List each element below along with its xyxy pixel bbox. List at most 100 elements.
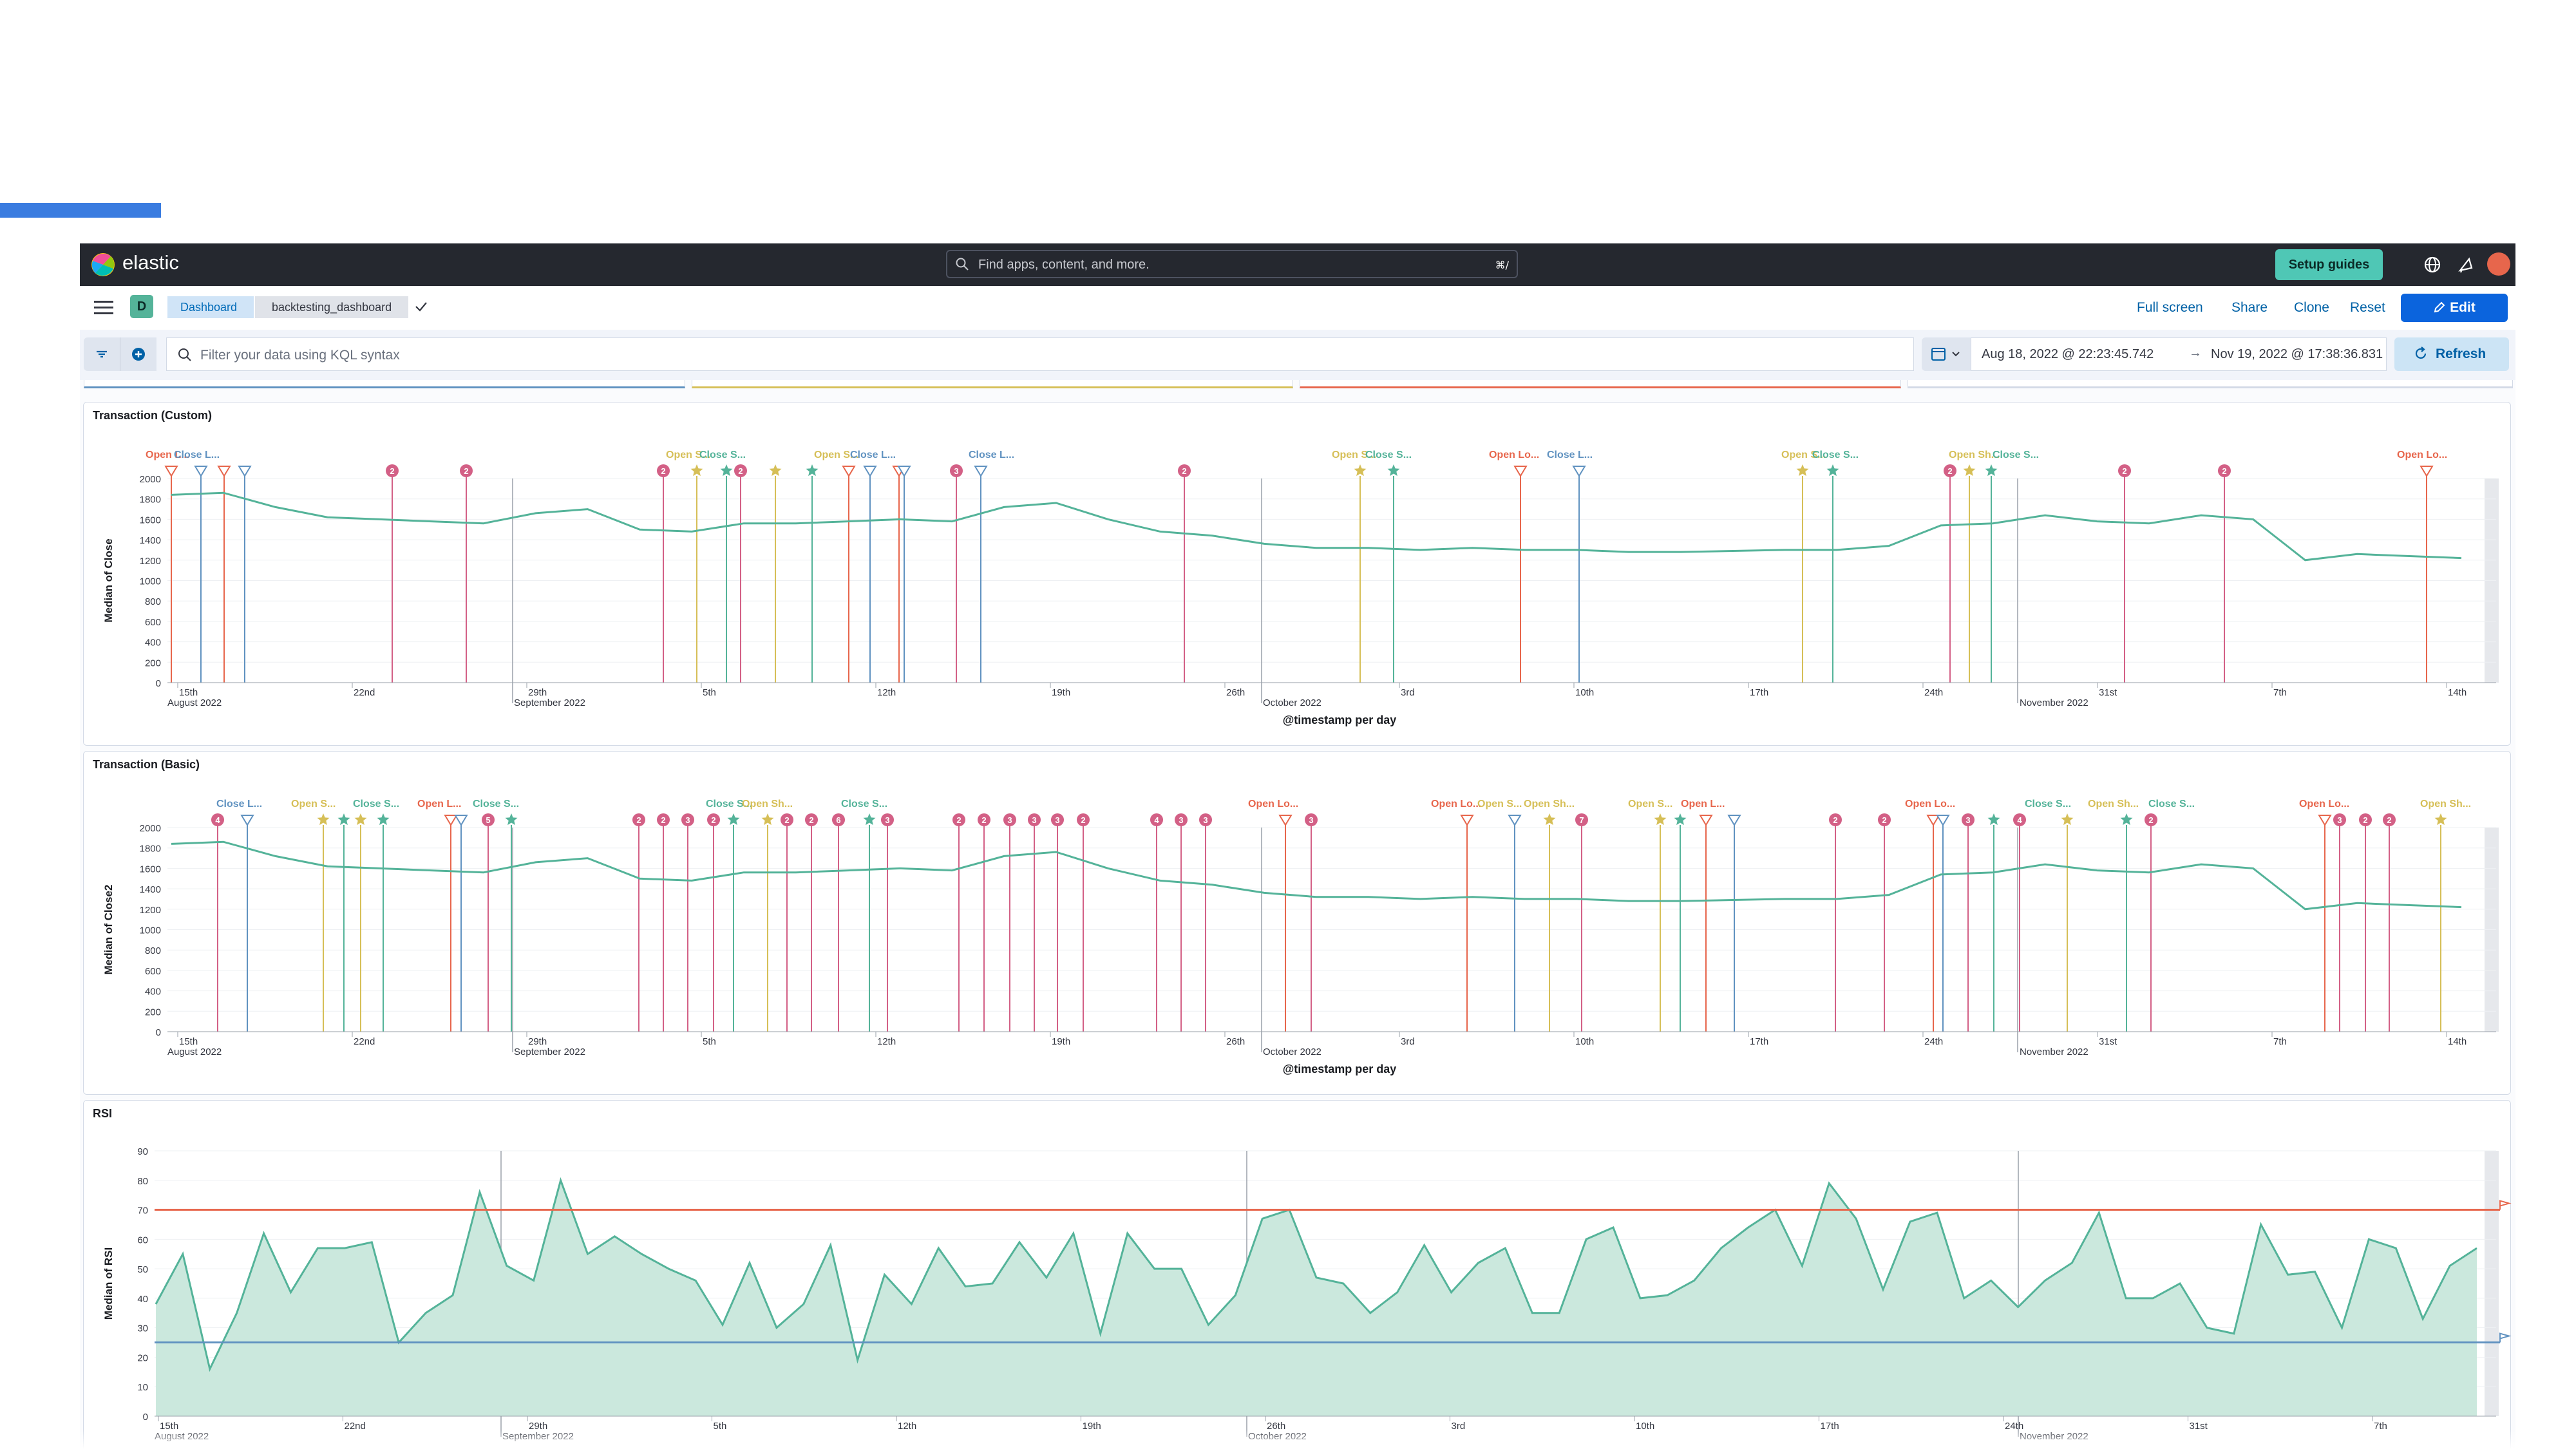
event-label: Open Sh... xyxy=(2088,799,2139,810)
breadcrumb-dashboard[interactable]: Dashboard xyxy=(167,296,254,318)
event-triangle-icon xyxy=(1727,815,1741,826)
event-label: Close S... xyxy=(353,799,399,810)
y-tick-label: 0 xyxy=(143,1412,148,1423)
event-label: Open S... xyxy=(1628,799,1672,810)
event-badge-count: 3 xyxy=(1032,815,1036,825)
breadcrumb-bar: D Dashboard backtesting_dashboard Full s… xyxy=(80,286,2515,331)
filter-menu-button[interactable] xyxy=(84,337,120,371)
x-tick-label: 15th xyxy=(179,687,198,698)
add-filter-button[interactable] xyxy=(120,337,156,371)
event-triangle-icon xyxy=(454,815,468,826)
clone-link[interactable]: Clone xyxy=(2294,300,2329,316)
date-start[interactable]: Aug 18, 2022 @ 22:23:45.742 xyxy=(1982,347,2154,362)
event-label: Close S... xyxy=(1993,450,2039,460)
kql-filter-input[interactable]: Filter your data using KQL syntax xyxy=(166,337,1914,371)
y-tick-label: 2000 xyxy=(140,823,161,834)
event-star-icon xyxy=(1987,813,2000,826)
brand-name[interactable]: elastic xyxy=(122,251,179,274)
y-tick-label: 40 xyxy=(137,1294,148,1305)
y-tick-label: 50 xyxy=(137,1264,148,1275)
event-star-icon xyxy=(863,813,876,826)
top-header: elastic Find apps, content, and more. ⌘/… xyxy=(80,243,2515,286)
chart-transaction-custom[interactable]: 0 200 400 600 800 1000 1200 1400 1600 1800 2000 15t… xyxy=(84,402,2512,746)
search-icon xyxy=(956,258,969,270)
x-tick-label: 19th xyxy=(1052,687,1070,698)
kibana-window: elastic Find apps, content, and more. ⌘/… xyxy=(80,243,2515,1449)
y-tick-label: 80 xyxy=(137,1176,148,1187)
share-link[interactable]: Share xyxy=(2231,300,2268,316)
event-label: Open Lo... xyxy=(1431,799,1481,810)
y-tick-label: 30 xyxy=(137,1323,148,1334)
event-star-icon xyxy=(1826,464,1839,477)
event-star-icon xyxy=(1543,813,1556,826)
event-triangle-icon xyxy=(1513,466,1528,477)
y-tick-label: 0 xyxy=(156,1027,161,1038)
event-star-icon xyxy=(377,813,390,826)
search-icon xyxy=(178,348,191,361)
event-badge-count: 2 xyxy=(2148,815,2153,825)
event-badge-count: 2 xyxy=(956,815,961,825)
edit-button[interactable]: Edit xyxy=(2401,294,2508,322)
global-search-input[interactable]: Find apps, content, and more. ⌘/ xyxy=(946,250,1518,278)
event-star-icon xyxy=(354,813,367,826)
event-triangle-icon xyxy=(2318,815,2332,826)
date-range-picker[interactable]: Aug 18, 2022 @ 22:23:45.742 → Nov 19, 20… xyxy=(1971,337,2387,371)
event-star-icon xyxy=(505,813,518,826)
panel-edge xyxy=(1908,380,2513,388)
x-tick-label: 31st xyxy=(2099,687,2117,698)
refresh-button[interactable]: Refresh xyxy=(2394,337,2509,371)
event-star-icon xyxy=(317,813,330,826)
calendar-icon xyxy=(1931,348,1960,361)
event-star-icon xyxy=(2434,813,2447,826)
x-month-label: November 2022 xyxy=(2020,1046,2088,1057)
loading-progress-bar xyxy=(0,203,161,218)
newsfeed-icon[interactable] xyxy=(2455,254,2477,276)
quick-select-date-button[interactable] xyxy=(1922,337,1971,371)
threshold-flag-icon xyxy=(2499,1332,2512,1343)
event-triangle-icon xyxy=(1508,815,1522,826)
event-star-icon xyxy=(720,464,733,477)
menu-icon[interactable] xyxy=(94,300,113,316)
chart-rsi[interactable]: 010203040506070809015th 22nd 29th 5th 12th 19… xyxy=(84,1101,2512,1449)
event-badge-count: 4 xyxy=(1154,815,1159,825)
x-month-label: September 2022 xyxy=(514,1046,585,1057)
y-tick-label: 1200 xyxy=(140,556,161,567)
event-label: Open Lo... xyxy=(2299,799,2349,810)
setup-guides-button[interactable]: Setup guides xyxy=(2275,249,2383,280)
x-tick-label: 14th xyxy=(2448,687,2467,698)
x-tick-label: 15th xyxy=(179,1036,198,1047)
event-triangle-icon xyxy=(974,466,988,477)
breadcrumb-current: backtesting_dashboard xyxy=(255,296,409,318)
event-label: Open Sh... xyxy=(1524,799,1575,810)
event-badge-count: 3 xyxy=(685,815,690,825)
event-triangle-icon xyxy=(217,466,231,477)
event-badge-count: 2 xyxy=(738,466,743,476)
space-avatar[interactable]: D xyxy=(130,295,153,318)
chart-transaction-basic[interactable]: 0 200 400 600 800 1000 1200 1400 1600 1800 2000 15t… xyxy=(84,752,2512,1095)
x-tick-label: 3rd xyxy=(1401,1036,1415,1047)
event-label: Open S... xyxy=(291,799,336,810)
x-tick-label: 24th xyxy=(1924,687,1943,698)
kql-placeholder: Filter your data using KQL syntax xyxy=(200,348,400,363)
series-line xyxy=(171,840,2462,911)
date-end[interactable]: Nov 19, 2022 @ 17:38:36.831 xyxy=(2211,347,2383,362)
event-star-icon xyxy=(761,813,774,826)
y-tick-label: 1400 xyxy=(140,535,161,546)
event-star-icon xyxy=(806,464,819,477)
event-badge-count: 2 xyxy=(390,466,394,476)
event-label: Close L... xyxy=(969,450,1014,460)
event-label: Open L... xyxy=(417,799,461,810)
user-avatar[interactable] xyxy=(2487,252,2510,276)
pencil-icon xyxy=(2434,301,2445,313)
x-tick-label: 7th xyxy=(2273,1036,2287,1047)
event-label: Open Lo... xyxy=(1489,450,1539,460)
refresh-label: Refresh xyxy=(2436,346,2486,361)
x-tick-label: 29th xyxy=(528,1036,547,1047)
event-badge-count: 2 xyxy=(1182,466,1186,476)
globe-icon[interactable] xyxy=(2421,254,2443,276)
full-screen-link[interactable]: Full screen xyxy=(2137,300,2203,316)
y-tick-label: 600 xyxy=(145,966,161,977)
reset-link[interactable]: Reset xyxy=(2350,300,2385,316)
event-star-icon xyxy=(1796,464,1809,477)
elastic-logo-icon[interactable] xyxy=(90,252,116,278)
